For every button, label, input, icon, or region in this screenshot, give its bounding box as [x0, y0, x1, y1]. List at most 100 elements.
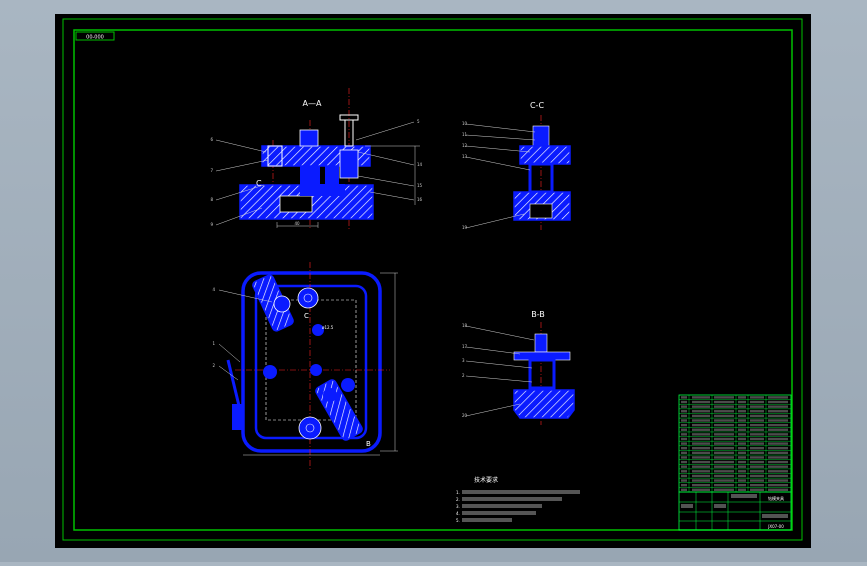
parts-list-entry [738, 474, 746, 478]
parts-list-entry [692, 410, 710, 413]
parts-list-entry [750, 460, 764, 464]
parts-list-entry [738, 447, 746, 450]
parts-list-entry [738, 423, 746, 427]
cad-drawing: 00-000 A—A 40 6 7 8 9 5 14 15 16 C C-C 1… [55, 14, 811, 548]
cc-plate [519, 145, 571, 165]
parts-list-entry [692, 456, 710, 459]
cc-callout-19: 19 [462, 225, 468, 230]
parts-list-entry [768, 428, 788, 431]
cc-callout-12: 12 [462, 143, 468, 148]
plan-letter-b: B [366, 440, 371, 448]
parts-list-entry [692, 451, 710, 455]
parts-list-entry [750, 396, 764, 399]
cad-viewport[interactable]: 00-000 A—A 40 6 7 8 9 5 14 15 16 C C-C 1… [0, 0, 867, 562]
parts-list-entry [750, 451, 764, 455]
parts-list-entry [768, 400, 788, 404]
parts-list-entry [714, 488, 734, 491]
parts-list-entry [768, 396, 788, 399]
parts-list-entry [714, 474, 734, 478]
parts-list-entry [738, 483, 746, 487]
cc-callout-11: 11 [462, 132, 468, 137]
parts-list-entry [714, 410, 734, 413]
parts-list-entry [692, 437, 710, 441]
parts-list-entry [768, 465, 788, 468]
parts-list-entry [768, 483, 788, 487]
parts-list-entry [692, 423, 710, 427]
parts-list-entry [692, 474, 710, 478]
parts-list-entry [714, 460, 734, 464]
plan-note-small: ø12.5 [322, 325, 334, 330]
aa-bushing-left [299, 129, 319, 147]
parts-list-entry [750, 488, 764, 491]
parts-list-entry [681, 428, 687, 431]
parts-list-entry [692, 396, 710, 399]
view-cc-label: C-C [530, 101, 544, 110]
view-bb-label: B-B [531, 310, 545, 319]
title-block-drawing-title: 钻模夹具 [768, 495, 784, 501]
parts-list-entry [768, 488, 788, 491]
parts-list-entry [692, 400, 710, 404]
parts-list-entry [750, 483, 764, 487]
parts-list-entry [738, 405, 746, 408]
parts-list-entry [738, 410, 746, 413]
parts-list-entry [681, 451, 687, 455]
parts-list-entry [768, 410, 788, 413]
parts-list-entry [714, 423, 734, 427]
parts-list-entry [750, 410, 764, 413]
parts-list-entry [738, 433, 746, 436]
parts-list-entry [750, 423, 764, 427]
aa-callout-15: 15 [417, 183, 423, 188]
parts-list-entry [692, 460, 710, 464]
parts-list-entry [714, 442, 734, 445]
notes-line-5: 5. [456, 518, 460, 523]
sheet-background [55, 14, 811, 548]
parts-list-entry [681, 483, 687, 487]
parts-list-entry [738, 488, 746, 491]
parts-list-entry [681, 419, 687, 422]
bb-callout-17: 17 [462, 344, 468, 349]
parts-list-entry [714, 447, 734, 450]
parts-list-entry [750, 447, 764, 450]
parts-list-entry [714, 405, 734, 408]
parts-list-entry [681, 442, 687, 445]
parts-list-entry [768, 442, 788, 445]
parts-list-entry [750, 479, 764, 482]
parts-list-entry [738, 460, 746, 464]
parts-list-entry [681, 405, 687, 408]
parts-list-entry [738, 479, 746, 482]
parts-list-entry [692, 479, 710, 482]
parts-list-entry [681, 410, 687, 413]
parts-list-entry [768, 433, 788, 436]
parts-list-entry [738, 396, 746, 399]
parts-list-entry [768, 479, 788, 482]
parts-list-entry [692, 465, 710, 468]
parts-list-entry [681, 400, 687, 404]
parts-list-entry [681, 414, 687, 418]
parts-list-entry [750, 405, 764, 408]
svg-text:C: C [256, 179, 262, 188]
parts-list-entry [692, 414, 710, 418]
parts-list-entry [714, 437, 734, 441]
parts-list-entry [681, 433, 687, 436]
parts-list-entry [681, 456, 687, 459]
parts-list-entry [768, 451, 788, 455]
parts-list-entry [750, 419, 764, 422]
parts-list-entry [768, 437, 788, 441]
parts-list-entry [738, 400, 746, 404]
parts-list-entry [738, 442, 746, 445]
parts-list-entry [714, 470, 734, 473]
parts-list-entry [692, 405, 710, 408]
parts-list-entry [738, 414, 746, 418]
aa-dim-bottom: 40 [294, 221, 300, 226]
parts-list-entry [768, 470, 788, 473]
parts-list-entry [681, 479, 687, 482]
parts-list-entry [768, 419, 788, 422]
parts-list-entry [768, 460, 788, 464]
parts-list-entry [738, 456, 746, 459]
parts-list-entry [738, 419, 746, 422]
parts-list-entry [681, 474, 687, 478]
parts-list-entry [738, 437, 746, 441]
parts-list-entry [750, 428, 764, 431]
notes-title: 技术要求 [474, 476, 498, 484]
parts-list-entry [714, 419, 734, 422]
